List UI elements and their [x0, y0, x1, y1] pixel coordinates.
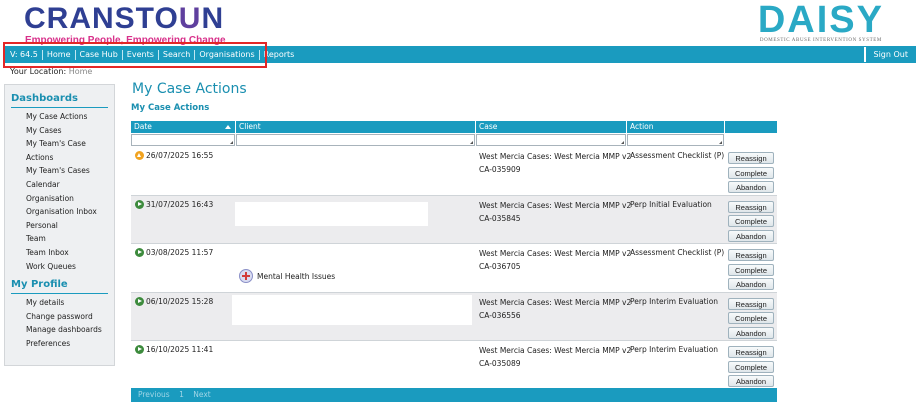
abandon-button[interactable]: Abandon — [728, 229, 774, 242]
sidebar-item-organisation-inbox[interactable]: Organisation Inbox — [5, 205, 114, 219]
column-header-date[interactable]: Date — [131, 121, 235, 133]
row-date: 31/07/2025 16:43 — [146, 199, 214, 209]
complete-button[interactable]: Complete — [728, 360, 774, 373]
column-header-action[interactable]: Action — [626, 121, 724, 133]
table-row: 31/07/2025 16:43 West Mercia Cases: West… — [131, 195, 777, 244]
reassign-button[interactable]: Reassign — [728, 346, 774, 358]
table-header: Date Client Case Action — [131, 121, 777, 133]
abandon-button[interactable]: Abandon — [728, 375, 774, 387]
sidebar-item-my-teams-cases[interactable]: My Team's Cases — [5, 164, 114, 178]
row-date: 26/07/2025 16:55 — [146, 151, 214, 160]
pagination: Previous 1 Next — [131, 388, 777, 402]
sidebar-item-work-queues[interactable]: Work Queues — [5, 260, 114, 274]
case-actions-table: Date Client Case Action 26/07/2025 16:55… — [131, 121, 777, 390]
cranstoun-logo: CRANSTOUN Empowering People, Empowering … — [24, 2, 226, 47]
table-row: 16/10/2025 11:41 West Mercia Cases: West… — [131, 341, 777, 390]
play-icon — [135, 296, 144, 306]
sidebar-item-my-cases[interactable]: My Cases — [5, 124, 114, 138]
breadcrumb: Your Location: Home — [10, 67, 92, 76]
medical-flag-icon — [239, 269, 253, 283]
daisy-logo: DAISY DOMESTIC ABUSE INTERVENTION SYSTEM — [757, 0, 884, 43]
column-header-client[interactable]: Client — [235, 121, 475, 133]
table-row: 06/10/2025 15:28 West Mercia Cases: West… — [131, 292, 777, 341]
complete-button[interactable]: Complete — [728, 215, 774, 227]
sidebar-item-change-password[interactable]: Change password — [5, 310, 114, 324]
row-action[interactable]: Assessment Checklist (P) — [630, 248, 724, 257]
breadcrumb-home[interactable]: Home — [69, 67, 93, 76]
sidebar-item-manage-dashboards[interactable]: Manage dashboards — [5, 323, 114, 337]
system-name: DAISY — [757, 0, 884, 41]
row-action[interactable]: Perp Interim Evaluation — [630, 297, 718, 306]
table-row: 26/07/2025 16:55 West Mercia Cases: West… — [131, 147, 777, 196]
row-case-id[interactable]: CA-035089 — [479, 359, 521, 368]
sidebar-item-team[interactable]: Team — [5, 232, 114, 246]
row-case-id[interactable]: CA-036556 — [479, 311, 521, 320]
filter-row — [131, 133, 777, 147]
reassign-button[interactable]: Reassign — [728, 200, 774, 213]
redacted-client — [235, 201, 428, 226]
table-row: 03/08/2025 11:57 Mental Health Issues We… — [131, 244, 777, 293]
row-case[interactable]: West Mercia Cases: West Mercia MMP v2 — [479, 249, 631, 258]
warning-icon — [135, 151, 144, 160]
row-case-id[interactable]: CA-036705 — [479, 262, 521, 271]
column-header-case[interactable]: Case — [475, 121, 626, 133]
sidebar-item-preferences[interactable]: Preferences — [5, 337, 114, 351]
row-date: 06/10/2025 15:28 — [146, 296, 214, 306]
date-filter-input[interactable] — [131, 134, 235, 146]
profile-heading: My Profile — [11, 279, 108, 295]
pager-previous[interactable]: Previous — [138, 390, 170, 399]
play-icon — [135, 199, 144, 209]
sidebar-item-team-inbox[interactable]: Team Inbox — [5, 246, 114, 260]
redacted-client — [232, 294, 472, 325]
client-filter-input[interactable] — [236, 134, 475, 146]
abandon-button[interactable]: Abandon — [728, 326, 774, 339]
system-subtitle: DOMESTIC ABUSE INTERVENTION SYSTEM — [759, 38, 882, 43]
complete-button[interactable]: Complete — [728, 263, 774, 276]
sort-asc-icon — [225, 125, 231, 129]
reassign-button[interactable]: Reassign — [728, 152, 774, 164]
row-action[interactable]: Assessment Checklist (P) — [630, 151, 724, 160]
abandon-button[interactable]: Abandon — [728, 181, 774, 193]
org-name: CRANSTOUN — [24, 2, 225, 35]
client-flag-label: Mental Health Issues — [257, 271, 336, 281]
sidebar-item-personal[interactable]: Personal — [5, 219, 114, 233]
reassign-button[interactable]: Reassign — [728, 249, 774, 261]
sidebar-item-organisation[interactable]: Organisation — [5, 192, 114, 206]
nav-highlight-box — [3, 42, 267, 68]
sidebar: Dashboards My Case Actions My Cases My T… — [4, 84, 115, 366]
sidebar-item-calendar[interactable]: Calendar — [5, 178, 114, 192]
sidebar-item-my-case-actions[interactable]: My Case Actions — [5, 110, 114, 124]
sidebar-item-actions[interactable]: Actions — [5, 151, 114, 165]
client-flag: Mental Health Issues — [239, 269, 335, 283]
row-action[interactable]: Perp Initial Evaluation — [630, 200, 712, 209]
complete-button[interactable]: Complete — [728, 166, 774, 179]
complete-button[interactable]: Complete — [728, 312, 774, 324]
sidebar-item-my-teams-case[interactable]: My Team's Case — [5, 137, 114, 151]
pager-next[interactable]: Next — [193, 390, 210, 399]
row-case[interactable]: West Mercia Cases: West Mercia MMP v2 — [479, 298, 631, 307]
row-date: 16/10/2025 11:41 — [146, 345, 214, 354]
play-icon — [135, 345, 144, 354]
dashboards-heading: Dashboards — [11, 93, 108, 108]
column-header-buttons — [724, 121, 777, 133]
sidebar-item-my-details[interactable]: My details — [5, 296, 114, 310]
row-case[interactable]: West Mercia Cases: West Mercia MMP v2 — [479, 201, 631, 210]
sign-out-button[interactable]: Sign Out — [863, 47, 916, 62]
location-label: Your Location: — [10, 67, 67, 76]
row-case[interactable]: West Mercia Cases: West Mercia MMP v2 — [479, 152, 631, 161]
row-case-id[interactable]: CA-035909 — [479, 165, 521, 174]
row-case-id[interactable]: CA-035845 — [479, 214, 521, 223]
pager-page-1[interactable]: 1 — [179, 390, 184, 399]
play-icon — [135, 248, 144, 257]
section-subtitle: My Case Actions — [131, 103, 210, 113]
row-action[interactable]: Perp Interim Evaluation — [630, 345, 718, 354]
case-filter-input[interactable] — [476, 134, 626, 146]
page-title: My Case Actions — [132, 81, 247, 97]
action-filter-input[interactable] — [627, 134, 724, 146]
abandon-button[interactable]: Abandon — [728, 278, 774, 290]
reassign-button[interactable]: Reassign — [728, 297, 774, 310]
row-date: 03/08/2025 11:57 — [146, 248, 214, 257]
row-case[interactable]: West Mercia Cases: West Mercia MMP v2 — [479, 346, 631, 355]
